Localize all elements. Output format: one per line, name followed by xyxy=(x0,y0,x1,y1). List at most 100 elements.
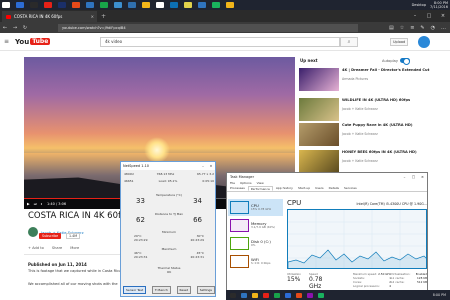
back-icon[interactable]: ← xyxy=(0,25,10,31)
recommendation-title[interactable]: 4K | Dreamer Fall - Director's Extended … xyxy=(342,68,447,72)
recommendation-thumbnail[interactable] xyxy=(299,123,339,146)
tab-title: COSTA RICA IN 4K 60fps xyxy=(14,14,63,19)
taskbar-app-icon[interactable] xyxy=(230,292,236,298)
monitor-title: NetSpeed 1.10 xyxy=(123,164,150,168)
maximize-icon[interactable]: □ xyxy=(422,10,436,22)
youtube-logo[interactable]: You Tube xyxy=(15,37,51,46)
taskbar-app-icon[interactable] xyxy=(30,2,38,8)
recommendation-thumbnail[interactable] xyxy=(299,150,339,173)
tab-start-up[interactable]: Start-up xyxy=(296,186,312,191)
taskbar-app-icon[interactable] xyxy=(285,292,291,298)
desktop-label[interactable]: Desktop xyxy=(412,3,426,7)
channel-avatar[interactable] xyxy=(28,227,38,237)
sensor-test-button[interactable]: Sensor Test xyxy=(123,286,147,294)
taskbar-app-icon[interactable] xyxy=(226,2,234,8)
taskbar-app-icon[interactable] xyxy=(44,2,52,8)
taskbar-app-icon[interactable] xyxy=(58,2,66,8)
reading-view-icon[interactable]: ▤ xyxy=(389,25,394,31)
tab-performance[interactable]: Performance xyxy=(247,186,273,191)
taskbar-app-icon[interactable] xyxy=(318,292,324,298)
taskbar-app-icon[interactable] xyxy=(170,2,178,8)
sidebar-item-memory[interactable]: Memory 3.1/7.9 GB (40%) xyxy=(228,217,283,234)
tm-close-icon[interactable]: × xyxy=(418,175,427,179)
tm-maximize-icon[interactable]: □ xyxy=(409,175,418,179)
ti-bench-button[interactable]: Ti Bench xyxy=(151,286,171,294)
recommendation-title[interactable]: Cute Puppy Rave in 4K (ULTRA HD) xyxy=(342,123,447,127)
taskbar-app-icon[interactable] xyxy=(184,2,192,8)
taskbar-app-icon[interactable] xyxy=(128,2,136,8)
autoplay-toggle[interactable] xyxy=(399,58,410,65)
upload-button[interactable]: Upload xyxy=(390,38,409,46)
spec-value: 512 KB xyxy=(417,280,427,284)
taskbar-app-icon[interactable] xyxy=(2,2,10,8)
recommendation-item[interactable]: 4K | Dreamer Fall - Director's Extended … xyxy=(299,68,449,98)
taskbar-app-icon[interactable] xyxy=(241,292,247,298)
monitor-close-icon[interactable]: × xyxy=(207,164,215,168)
subscribe-button[interactable]: Subscribe xyxy=(39,233,62,239)
notes-icon[interactable]: ✎ xyxy=(420,25,424,31)
sidebar-memory-text: Memory 3.1/7.9 GB (40%) xyxy=(251,221,275,230)
browser-tab-active[interactable]: COSTA RICA IN 4K 60fps × xyxy=(2,11,97,22)
forward-icon[interactable]: → xyxy=(10,25,20,31)
recommendation-title[interactable]: WILDLIFE IN 4K (ULTRA HD) 60fps xyxy=(342,98,447,102)
volume-icon[interactable]: 🔈︎ xyxy=(41,202,43,206)
taskbar-app-icon[interactable] xyxy=(142,2,150,8)
taskbar-app-icon[interactable] xyxy=(198,2,206,8)
taskbar-app-icon[interactable] xyxy=(307,292,313,298)
monitor-minimize-icon[interactable]: – xyxy=(199,164,207,168)
tab-app-history[interactable]: App history xyxy=(274,186,295,191)
tab-services[interactable]: Services xyxy=(342,186,359,191)
taskbar-app-icon[interactable] xyxy=(263,292,269,298)
tab-details[interactable]: Details xyxy=(327,186,341,191)
taskbar-app-icon[interactable] xyxy=(212,2,220,8)
taskbar-app-icon[interactable] xyxy=(86,2,94,8)
sidebar-item-disk[interactable]: Disk 0 (C:) 0% xyxy=(228,235,283,252)
taskbar-app-icon[interactable] xyxy=(296,292,302,298)
hub-icon[interactable]: ≡ xyxy=(410,25,414,31)
share-icon[interactable]: ◔ xyxy=(431,25,435,31)
search-button[interactable]: ⌕ xyxy=(340,37,358,47)
address-bar[interactable]: youtube.com/watch?v=J9diFpcqiB4 xyxy=(58,23,358,32)
tray-clock[interactable]: 8:00 PM 7/11/2016 xyxy=(430,1,448,9)
taskbar-app-icon[interactable] xyxy=(114,2,122,8)
monitor-stat: 4800U xyxy=(124,172,134,176)
recommendation-thumbnail[interactable] xyxy=(299,68,339,91)
recommendation-item[interactable]: Cute Puppy Rave in 4K (ULTRA HD) Jacob + … xyxy=(299,123,449,153)
tab-users[interactable]: Users xyxy=(313,186,325,191)
next-icon[interactable]: ⏭ xyxy=(34,202,37,206)
sidebar-disk-text: Disk 0 (C:) 0% xyxy=(251,239,271,248)
tab-close-icon[interactable]: × xyxy=(91,14,94,19)
taskbar-app-icon[interactable] xyxy=(16,2,24,8)
minimize-icon[interactable]: – xyxy=(408,10,422,22)
logo-you: You xyxy=(15,37,30,46)
add-to-button[interactable]: + Add to xyxy=(28,246,44,250)
temperature-core-1: 33 xyxy=(136,197,145,205)
taskbar-app-icon[interactable] xyxy=(72,2,80,8)
more-button[interactable]: More xyxy=(70,246,79,250)
reset-button[interactable]: Reset xyxy=(176,286,191,294)
recommendation-title[interactable]: HONEY BEES 60fps IN 4K (ULTRA HD) xyxy=(342,150,447,154)
refresh-icon[interactable]: ↻ xyxy=(20,25,30,31)
taskbar-app-icon[interactable] xyxy=(274,292,280,298)
monitor-buttons: Sensor Test Ti Bench Reset Settings xyxy=(123,286,215,294)
taskbar-app-icon[interactable] xyxy=(252,292,258,298)
play-icon[interactable]: ▶ xyxy=(27,202,30,206)
taskbar-app-icon[interactable] xyxy=(156,2,164,8)
account-avatar[interactable] xyxy=(418,36,430,48)
close-window-icon[interactable]: × xyxy=(436,10,450,22)
tm-minimize-icon[interactable]: – xyxy=(400,175,409,179)
share-button[interactable]: Share xyxy=(52,246,62,250)
sidebar-item-cpu[interactable]: CPU 15% 0.78 GHz xyxy=(228,199,283,216)
settings-button[interactable]: Settings xyxy=(196,286,215,294)
more-icon[interactable]: … xyxy=(441,25,446,31)
guide-menu-icon[interactable]: ≡ xyxy=(4,38,12,45)
tjmax-section: Distance to TJ Max 62 66 xyxy=(124,212,214,224)
taskbar-app-icon[interactable] xyxy=(100,2,108,8)
search-input[interactable]: 4k video xyxy=(100,37,340,47)
recommendation-thumbnail[interactable] xyxy=(299,98,339,121)
sidebar-item-wifi[interactable]: WiFi S: 0 R: 0 Kbps xyxy=(228,253,283,270)
new-tab-icon[interactable]: + xyxy=(101,13,106,20)
favorite-star-icon[interactable]: ☆ xyxy=(400,25,404,31)
tab-processes[interactable]: Processes xyxy=(228,186,247,191)
autoplay-label: Autoplay xyxy=(382,58,398,63)
